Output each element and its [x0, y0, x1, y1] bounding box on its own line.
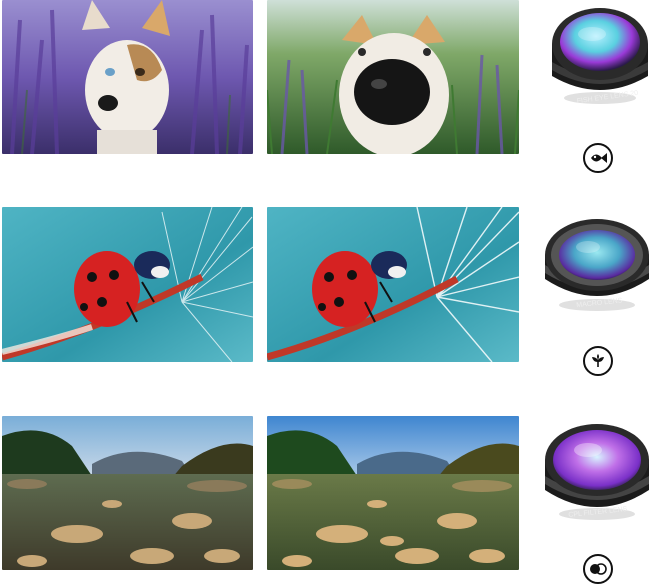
- ladybug-photo-normal: [2, 207, 253, 362]
- flower-icon: [583, 346, 613, 376]
- fish-icon: [583, 143, 613, 173]
- ladybug-photo-macro: [267, 207, 519, 362]
- river-photo-cpl: [267, 416, 519, 570]
- dog-photo-fisheye: [267, 0, 519, 154]
- cpl-lens-image: CPL FILTER LENS: [540, 420, 654, 522]
- macro-lens-image: MACRO LENS: [540, 213, 654, 315]
- polarizer-icon: [583, 554, 613, 584]
- fisheye-lens-image: FISH EYE LENS 20: [546, 4, 654, 108]
- dog-photo-normal: [2, 0, 253, 154]
- river-photo-normal: [2, 416, 253, 570]
